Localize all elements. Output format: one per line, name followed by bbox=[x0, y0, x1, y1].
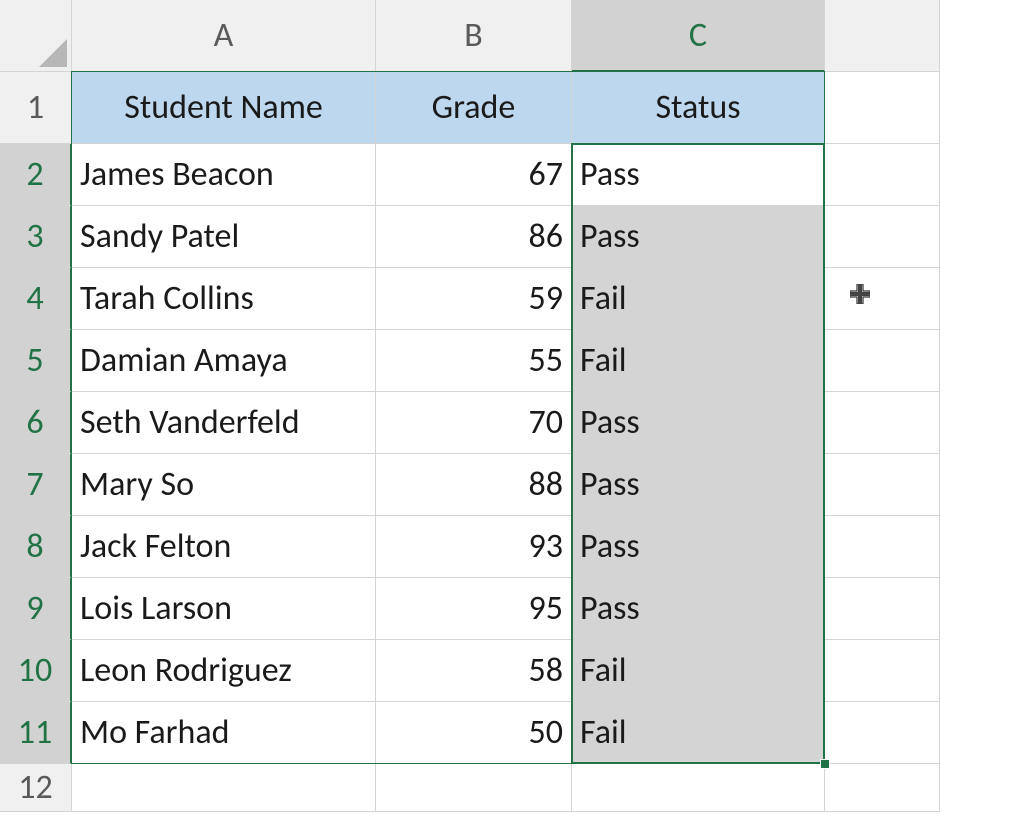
cell-d8[interactable] bbox=[825, 516, 940, 578]
cell-a8[interactable]: Jack Felton bbox=[72, 516, 376, 578]
table-row: Jack Felton 93 Pass bbox=[72, 516, 940, 578]
spreadsheet: A B C 1 2 3 4 5 6 7 8 9 10 11 12 Student… bbox=[0, 0, 1024, 816]
row-header-2[interactable]: 2 bbox=[0, 144, 72, 206]
cell-c10[interactable]: Fail bbox=[572, 640, 825, 702]
cell-c5[interactable]: Fail bbox=[572, 330, 825, 392]
cell-b12[interactable] bbox=[376, 764, 572, 812]
table-row: Mo Farhad 50 Fail bbox=[72, 702, 940, 764]
cell-d7[interactable] bbox=[825, 454, 940, 516]
cell-c1[interactable]: Status bbox=[572, 72, 825, 144]
cell-a1[interactable]: Student Name bbox=[72, 72, 376, 144]
table-row: Sandy Patel 86 Pass bbox=[72, 206, 940, 268]
select-all-corner[interactable] bbox=[0, 0, 72, 72]
fill-handle[interactable] bbox=[820, 759, 830, 769]
cell-b8[interactable]: 93 bbox=[376, 516, 572, 578]
cell-d10[interactable] bbox=[825, 640, 940, 702]
row-header-12[interactable]: 12 bbox=[0, 764, 72, 812]
cell-b3[interactable]: 86 bbox=[376, 206, 572, 268]
cell-a11[interactable]: Mo Farhad bbox=[72, 702, 376, 764]
column-headers: A B C bbox=[72, 0, 940, 72]
cell-a9[interactable]: Lois Larson bbox=[72, 578, 376, 640]
cell-d12[interactable] bbox=[825, 764, 940, 812]
table-row: Leon Rodriguez 58 Fail bbox=[72, 640, 940, 702]
cell-c3[interactable]: Pass bbox=[572, 206, 825, 268]
cell-b11[interactable]: 50 bbox=[376, 702, 572, 764]
cell-d4[interactable] bbox=[825, 268, 940, 330]
cell-c12[interactable] bbox=[572, 764, 825, 812]
row-header-8[interactable]: 8 bbox=[0, 516, 72, 578]
cell-d1[interactable] bbox=[825, 72, 940, 144]
cell-a10[interactable]: Leon Rodriguez bbox=[72, 640, 376, 702]
table-row: Lois Larson 95 Pass bbox=[72, 578, 940, 640]
row-header-1[interactable]: 1 bbox=[0, 72, 72, 144]
row-header-11[interactable]: 11 bbox=[0, 702, 72, 764]
table-row-empty bbox=[72, 764, 940, 812]
cell-c9[interactable]: Pass bbox=[572, 578, 825, 640]
cell-c11[interactable]: Fail bbox=[572, 702, 825, 764]
row-header-5[interactable]: 5 bbox=[0, 330, 72, 392]
cell-b10[interactable]: 58 bbox=[376, 640, 572, 702]
table-row: James Beacon 67 Pass bbox=[72, 144, 940, 206]
cell-c8[interactable]: Pass bbox=[572, 516, 825, 578]
col-header-c[interactable]: C bbox=[572, 0, 825, 72]
cursor-cross-icon bbox=[850, 284, 870, 304]
col-header-b[interactable]: B bbox=[376, 0, 572, 72]
cell-d3[interactable] bbox=[825, 206, 940, 268]
cell-a3[interactable]: Sandy Patel bbox=[72, 206, 376, 268]
cell-b2[interactable]: 67 bbox=[376, 144, 572, 206]
cell-a6[interactable]: Seth Vanderfeld bbox=[72, 392, 376, 454]
row-header-4[interactable]: 4 bbox=[0, 268, 72, 330]
cell-b1[interactable]: Grade bbox=[376, 72, 572, 144]
cell-b6[interactable]: 70 bbox=[376, 392, 572, 454]
table-row: Mary So 88 Pass bbox=[72, 454, 940, 516]
cell-d11[interactable] bbox=[825, 702, 940, 764]
cell-a12[interactable] bbox=[72, 764, 376, 812]
cell-c7[interactable]: Pass bbox=[572, 454, 825, 516]
cell-c4[interactable]: Fail bbox=[572, 268, 825, 330]
cell-d9[interactable] bbox=[825, 578, 940, 640]
cell-a7[interactable]: Mary So bbox=[72, 454, 376, 516]
cell-c6[interactable]: Pass bbox=[572, 392, 825, 454]
cell-d2[interactable] bbox=[825, 144, 940, 206]
cell-b5[interactable]: 55 bbox=[376, 330, 572, 392]
table-row: Tarah Collins 59 Fail bbox=[72, 268, 940, 330]
row-header-3[interactable]: 3 bbox=[0, 206, 72, 268]
cell-b7[interactable]: 88 bbox=[376, 454, 572, 516]
table-row: Damian Amaya 55 Fail bbox=[72, 330, 940, 392]
col-header-a[interactable]: A bbox=[72, 0, 376, 72]
cell-a2[interactable]: James Beacon bbox=[72, 144, 376, 206]
row-header-9[interactable]: 9 bbox=[0, 578, 72, 640]
row-headers: 1 2 3 4 5 6 7 8 9 10 11 12 bbox=[0, 72, 72, 812]
row-header-6[interactable]: 6 bbox=[0, 392, 72, 454]
col-header-d[interactable] bbox=[825, 0, 940, 72]
cell-b4[interactable]: 59 bbox=[376, 268, 572, 330]
cell-grid: Student Name Grade Status James Beacon 6… bbox=[72, 72, 940, 812]
table-row: Seth Vanderfeld 70 Pass bbox=[72, 392, 940, 454]
data-header-row: Student Name Grade Status bbox=[72, 72, 940, 144]
cell-a5[interactable]: Damian Amaya bbox=[72, 330, 376, 392]
cell-d6[interactable] bbox=[825, 392, 940, 454]
row-header-10[interactable]: 10 bbox=[0, 640, 72, 702]
cell-a4[interactable]: Tarah Collins bbox=[72, 268, 376, 330]
row-header-7[interactable]: 7 bbox=[0, 454, 72, 516]
cell-d5[interactable] bbox=[825, 330, 940, 392]
cell-b9[interactable]: 95 bbox=[376, 578, 572, 640]
cell-c2-active[interactable]: Pass bbox=[572, 144, 825, 206]
